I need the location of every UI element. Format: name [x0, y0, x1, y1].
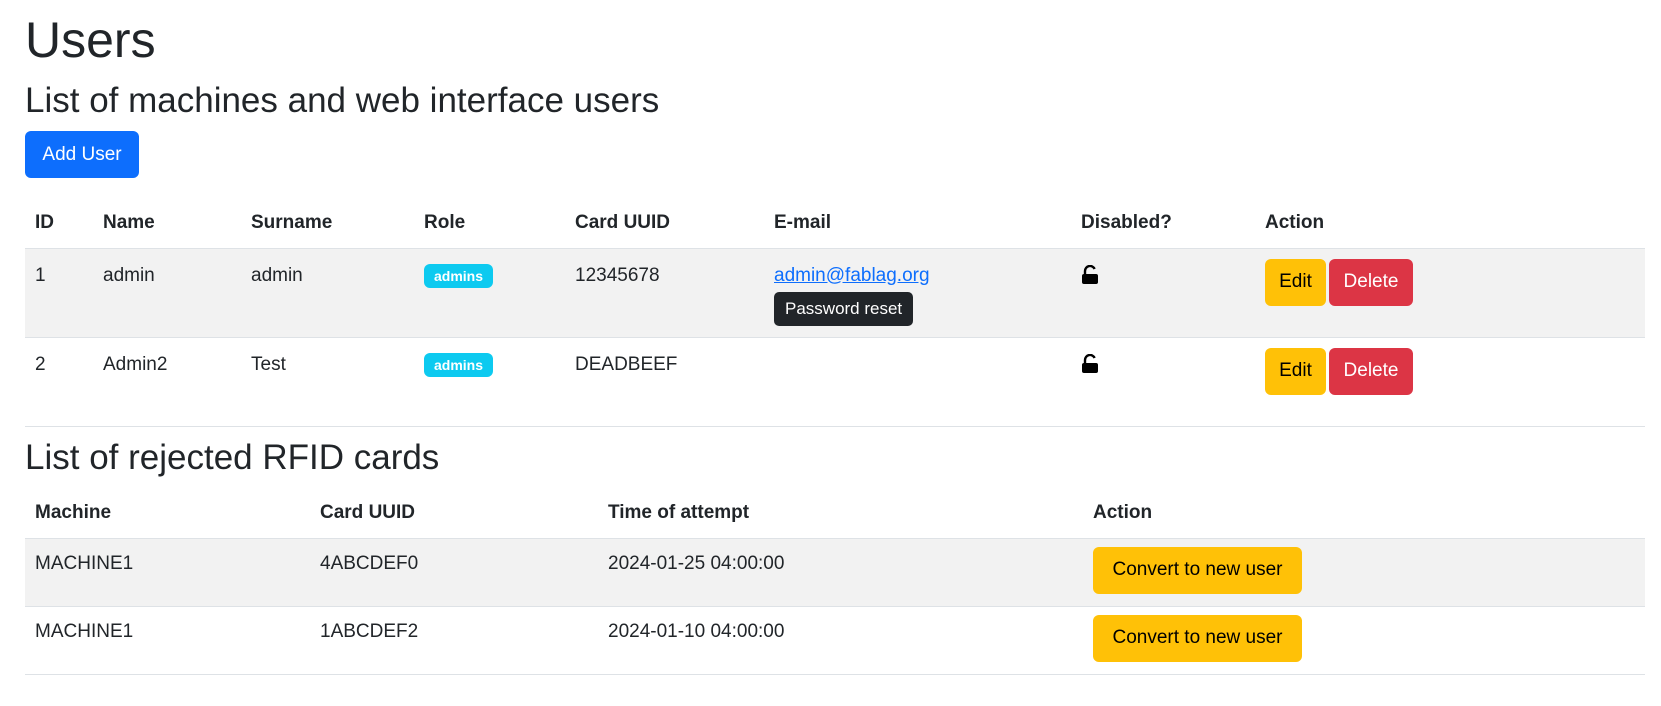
add-user-button[interactable]: Add User [25, 131, 139, 178]
cell-id: 2 [35, 353, 46, 375]
unlock-icon[interactable] [1081, 353, 1099, 374]
password-reset-tooltip: Password reset [774, 291, 914, 326]
cell-disabled [1071, 337, 1255, 426]
cell-card-uuid: 4ABCDEF0 [320, 552, 419, 574]
cell-role: admins [414, 248, 565, 337]
cell-name: Admin2 [103, 353, 168, 375]
cell-machine: MACHINE1 [35, 552, 134, 574]
role-badge: admins [424, 263, 494, 288]
cell-card-uuid: DEADBEEF [575, 353, 678, 375]
cell-action: Edit Delete [1255, 248, 1645, 337]
cell-disabled [1071, 248, 1255, 337]
col-header-email: E-mail [774, 211, 832, 233]
cell-time: 2024-01-10 04:00:00 [608, 620, 785, 642]
cell-machine: MACHINE1 [35, 620, 134, 642]
rejected-header-row: Machine Card UUID Time of attempt Action [25, 488, 1645, 538]
cell-role: admins [414, 337, 565, 426]
edit-button[interactable]: Edit [1265, 347, 1326, 395]
delete-button[interactable]: Delete [1329, 347, 1413, 395]
cell-action: Edit Delete [1255, 337, 1645, 426]
cell-id: 1 [35, 264, 46, 286]
col-header-card-uuid: Card UUID [575, 211, 671, 233]
role-badge: admins [424, 352, 494, 377]
cell-email [764, 337, 1071, 426]
rejected-cards-table: Machine Card UUID Time of attempt Action… [25, 488, 1645, 675]
email-link[interactable]: admin@fablag.org [774, 265, 930, 286]
col-header-name: Name [103, 211, 155, 233]
col-header-time: Time of attempt [608, 501, 750, 523]
rejected-subtitle: List of rejected RFID cards [25, 438, 440, 477]
col-header-action: Action [1265, 211, 1325, 233]
convert-to-user-button[interactable]: Convert to new user [1093, 546, 1302, 594]
cell-surname: Test [251, 353, 286, 375]
unlock-icon[interactable] [1081, 264, 1099, 285]
users-header-row: ID Name Surname Role Card UUID E-mail Di… [25, 198, 1645, 248]
table-row: MACHINE1 1ABCDEF2 2024-01-10 04:00:00 Co… [25, 606, 1645, 674]
convert-to-user-button[interactable]: Convert to new user [1093, 614, 1302, 662]
table-row: 1 admin admin admins 12345678 admin@fabl… [25, 248, 1645, 337]
cell-time: 2024-01-25 04:00:00 [608, 552, 785, 574]
cell-email: admin@fablag.org Password reset [764, 248, 1071, 337]
cell-card-uuid: 12345678 [575, 264, 660, 286]
page-title: Users [25, 12, 156, 68]
table-row: 2 Admin2 Test admins DEADBEEF Edit Delete [25, 337, 1645, 426]
col-header-machine: Machine [35, 501, 112, 523]
cell-action: Convert to new user [1083, 538, 1645, 606]
cell-card-uuid: 1ABCDEF2 [320, 620, 419, 642]
delete-button[interactable]: Delete [1329, 258, 1413, 306]
edit-button[interactable]: Edit [1265, 258, 1326, 306]
cell-action: Convert to new user [1083, 606, 1645, 674]
col-header-action: Action [1093, 501, 1153, 523]
col-header-id: ID [35, 211, 54, 233]
col-header-card-uuid: Card UUID [320, 501, 416, 523]
col-header-surname: Surname [251, 211, 333, 233]
col-header-role: Role [424, 211, 466, 233]
col-header-disabled: Disabled? [1081, 211, 1172, 233]
users-table: ID Name Surname Role Card UUID E-mail Di… [25, 198, 1645, 427]
users-subtitle: List of machines and web interface users [25, 81, 660, 120]
table-row: MACHINE1 4ABCDEF0 2024-01-25 04:00:00 Co… [25, 538, 1645, 606]
cell-surname: admin [251, 264, 303, 286]
cell-name: admin [103, 264, 155, 286]
